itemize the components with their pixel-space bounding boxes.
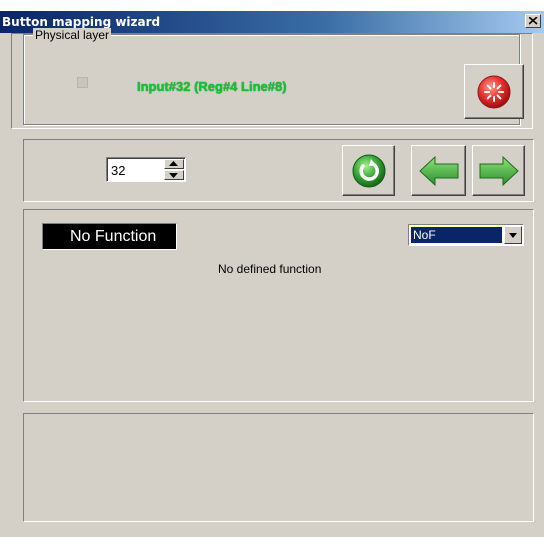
stop-button[interactable] bbox=[464, 64, 524, 119]
physical-layer-checkbox[interactable] bbox=[77, 77, 88, 88]
input-number-spinner[interactable]: 32 bbox=[106, 157, 186, 182]
close-button[interactable] bbox=[525, 14, 541, 28]
function-description: No defined function bbox=[218, 262, 322, 276]
function-select[interactable]: NoF bbox=[408, 224, 524, 246]
red-stop-icon bbox=[477, 75, 511, 109]
function-name-display: No Function bbox=[42, 223, 177, 250]
forward-button[interactable] bbox=[472, 145, 525, 196]
dropdown-button[interactable] bbox=[504, 226, 522, 244]
spinner-buttons bbox=[164, 159, 184, 180]
refresh-icon bbox=[352, 154, 386, 188]
spinner-up-button[interactable] bbox=[164, 159, 184, 169]
chevron-down-icon bbox=[509, 233, 517, 238]
arrow-right-icon bbox=[479, 156, 519, 186]
back-button[interactable] bbox=[411, 145, 466, 196]
spinner-down-button[interactable] bbox=[164, 170, 184, 180]
function-select-value: NoF bbox=[410, 226, 503, 244]
input-info-text: Input#32 (Reg#4 Line#8) bbox=[137, 79, 287, 94]
arrow-left-icon bbox=[419, 156, 459, 186]
bottom-panel bbox=[23, 413, 534, 522]
window-title: Button mapping wizard bbox=[2, 15, 161, 29]
physical-layer-label: Physical layer bbox=[33, 28, 112, 42]
spin-up-icon bbox=[169, 161, 178, 166]
refresh-button[interactable] bbox=[342, 145, 395, 196]
close-icon bbox=[529, 17, 538, 25]
spin-down-icon bbox=[169, 173, 178, 178]
spinner-value: 32 bbox=[111, 163, 126, 178]
